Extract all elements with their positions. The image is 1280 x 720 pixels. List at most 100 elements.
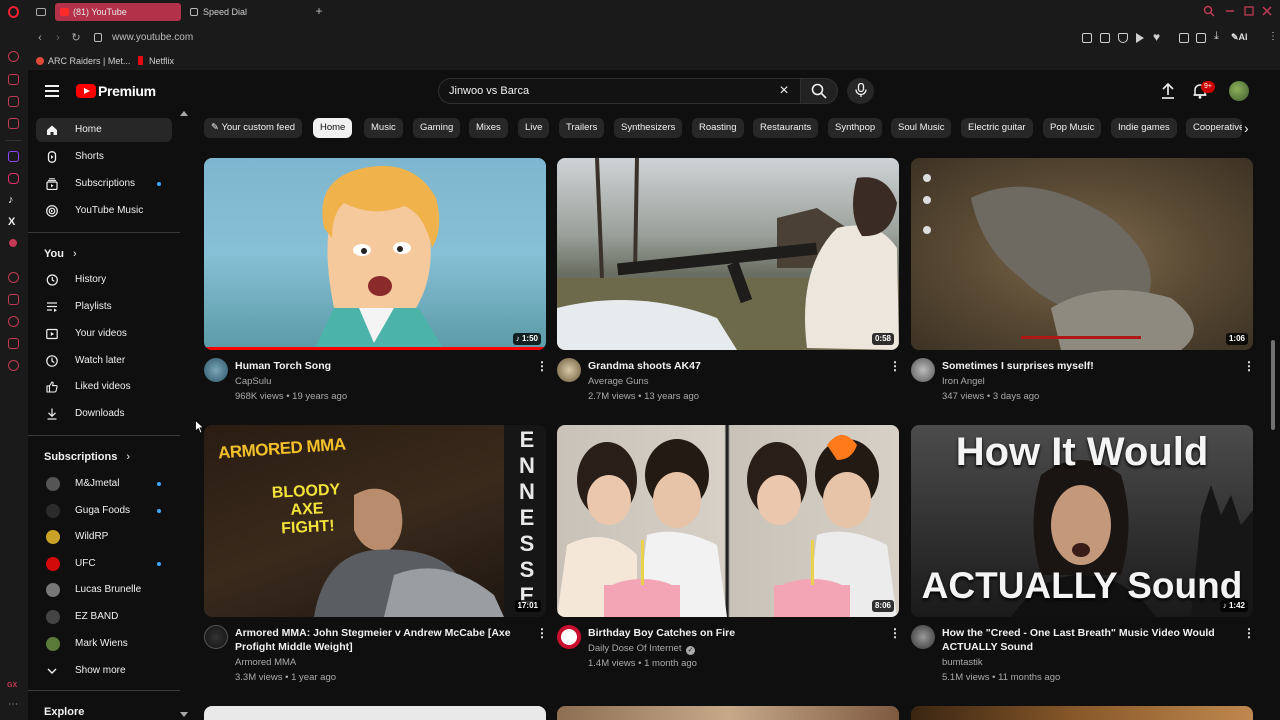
video-card[interactable]: 1:06 Sometimes I surprises myself! Iron … <box>911 158 1255 408</box>
instagram-icon[interactable] <box>8 173 19 184</box>
video-title[interactable]: Armored MMA: John Stegmeier v Andrew McC… <box>235 626 525 654</box>
chip-mixes[interactable]: Mixes <box>469 118 508 138</box>
sidebar-item-shorts[interactable]: Shorts <box>36 145 172 169</box>
chip-synthpop[interactable]: Synthpop <box>828 118 883 138</box>
snapshot-icon[interactable] <box>1100 33 1110 43</box>
channel-avatar[interactable] <box>204 625 228 649</box>
guide-scroll-down-icon[interactable] <box>180 712 188 718</box>
search-input[interactable] <box>449 85 769 97</box>
twitch-icon[interactable] <box>8 151 19 162</box>
clock-icon[interactable] <box>8 316 19 327</box>
opera-logo-icon[interactable] <box>8 6 19 18</box>
channel-name[interactable]: Daily Dose Of Internet ✓ <box>588 643 696 655</box>
video-card[interactable]: ♪ 1:50 Human Torch Song CapSulu 968K vie… <box>204 158 548 408</box>
channel-name[interactable]: bumtastik <box>942 657 983 668</box>
video-menu-icon[interactable]: ⋮ <box>536 626 548 640</box>
video-card[interactable]: 8:06 Birthday Boy Catches on Fire Daily … <box>557 425 901 675</box>
sidebar-item-home[interactable]: Home <box>36 118 172 142</box>
maximize-icon[interactable] <box>1243 5 1255 17</box>
video-title[interactable]: Human Torch Song <box>235 359 525 373</box>
channel-avatar[interactable] <box>557 358 581 382</box>
shield-icon[interactable] <box>1118 33 1128 43</box>
reload-icon[interactable]: ↻ <box>70 32 82 44</box>
extensions-sidebar-icon[interactable] <box>8 338 19 349</box>
video-thumbnail[interactable]: ♪ 1:50 <box>204 158 546 350</box>
video-menu-icon[interactable]: ⋮ <box>536 359 548 373</box>
upload-icon[interactable] <box>1160 82 1176 99</box>
guide-scroll-up-icon[interactable] <box>180 110 188 116</box>
video-card[interactable]: How It Would ACTUALLY Sound ♪ 1:42 How t… <box>911 425 1255 683</box>
tab-youtube[interactable]: (81) YouTube <box>55 3 181 21</box>
bookmark-arc-raiders[interactable]: ARC Raiders | Met... <box>36 55 130 67</box>
x-twitter-icon[interactable]: X <box>8 216 19 228</box>
search-tabs-icon[interactable] <box>1203 5 1215 17</box>
voice-search-button[interactable] <box>847 78 874 104</box>
chip-bar-next-icon[interactable]: › <box>1244 119 1258 137</box>
channel-name[interactable]: Armored MMA <box>235 657 296 668</box>
video-title[interactable]: Grandma shoots AK47 <box>588 359 878 373</box>
more-options-icon[interactable]: ⋯ <box>8 700 18 710</box>
back-icon[interactable]: ‹ <box>34 32 46 44</box>
video-thumbnail[interactable] <box>911 706 1253 720</box>
chip-cooperative[interactable]: Cooperative <box>1186 118 1242 138</box>
chip-your-custom-feed[interactable]: ✎ Your custom feed <box>204 118 303 138</box>
video-card[interactable]: ARMORED MMA BLOODY AXE FIGHT! ENNESSE 17… <box>204 425 548 683</box>
sidebar-item-youtube-music[interactable]: YouTube Music <box>36 199 172 223</box>
tiktok-icon[interactable]: ♪ <box>8 194 19 206</box>
chip-roasting[interactable]: Roasting <box>692 118 744 138</box>
sidebar-subscription-item[interactable]: Mark Wiens <box>36 632 172 656</box>
youtube-music-sidebar-icon[interactable] <box>9 239 17 247</box>
mail-icon[interactable] <box>8 118 19 129</box>
search-button[interactable] <box>800 78 838 104</box>
you-section-heading[interactable]: You › <box>44 248 77 260</box>
close-window-icon[interactable] <box>1261 5 1273 17</box>
video-title[interactable]: Sometimes I surprises myself! <box>942 359 1232 373</box>
channel-avatar[interactable] <box>911 358 935 382</box>
channel-name[interactable]: Average Guns <box>588 376 649 387</box>
video-thumbnail[interactable]: How It Would ACTUALLY Sound ♪ 1:42 <box>911 425 1253 617</box>
settings-icon[interactable] <box>8 360 19 371</box>
minimize-icon[interactable] <box>1224 5 1236 17</box>
chip-music[interactable]: Music <box>364 118 403 138</box>
ai-button[interactable]: ✎AI <box>1231 32 1248 43</box>
page-scrollbar[interactable] <box>1271 340 1275 430</box>
sidebar-subscription-item[interactable]: Guga Foods <box>36 499 172 523</box>
chip-gaming[interactable]: Gaming <box>413 118 461 138</box>
bookmark-netflix[interactable]: Netflix <box>138 55 174 67</box>
sidebar-item-history[interactable]: History <box>36 268 172 292</box>
forward-icon[interactable]: › <box>52 32 64 44</box>
messenger-icon[interactable] <box>8 51 19 62</box>
video-thumbnail[interactable] <box>204 706 546 720</box>
chip-indie-games[interactable]: Indie games <box>1111 118 1177 138</box>
sidebar-item-watch-later[interactable]: Watch later <box>36 349 172 373</box>
new-tab-button[interactable]: + <box>313 4 325 18</box>
chip-pop-music[interactable]: Pop Music <box>1043 118 1102 138</box>
video-thumbnail[interactable]: ARMORED MMA BLOODY AXE FIGHT! ENNESSE 17… <box>204 425 546 617</box>
sidebar-item-downloads[interactable]: Downloads <box>36 402 172 426</box>
history-sidebar-icon[interactable] <box>8 272 19 283</box>
tab-speed-dial[interactable]: Speed Dial <box>185 3 307 21</box>
video-menu-icon[interactable]: ⋮ <box>1243 626 1255 640</box>
sidebar-item-liked-videos[interactable]: Liked videos <box>36 375 172 399</box>
channel-name[interactable]: CapSulu <box>235 376 271 387</box>
pinboard-icon[interactable] <box>8 294 19 305</box>
sidebar-subscription-item[interactable]: M&Jmetal <box>36 472 172 496</box>
sidebar-subscription-item[interactable]: Lucas Brunelle <box>36 578 172 602</box>
clear-search-icon[interactable]: × <box>776 83 792 99</box>
player-icon[interactable] <box>8 74 19 85</box>
news-icon[interactable] <box>8 96 19 107</box>
sidebar-subscription-item[interactable]: EZ BAND <box>36 605 172 629</box>
sidebar-subscription-item[interactable]: WildRP <box>36 525 172 549</box>
chip-electric-guitar[interactable]: Electric guitar <box>961 118 1033 138</box>
video-card[interactable]: 0:58 Grandma shoots AK47 Average Guns 2.… <box>557 158 901 408</box>
video-thumbnail[interactable] <box>557 706 899 720</box>
menu-icon[interactable]: ⋮ <box>1268 31 1278 42</box>
subscriptions-section-heading[interactable]: Subscriptions › <box>44 451 130 463</box>
extensions-icon[interactable] <box>1179 33 1189 43</box>
channel-avatar[interactable] <box>557 625 581 649</box>
chip-home[interactable]: Home <box>313 118 353 138</box>
bookmark-page-icon[interactable] <box>1082 33 1092 43</box>
guide-menu-icon[interactable] <box>45 85 59 97</box>
avatar[interactable] <box>1229 81 1249 101</box>
workspaces-icon[interactable] <box>36 8 46 16</box>
